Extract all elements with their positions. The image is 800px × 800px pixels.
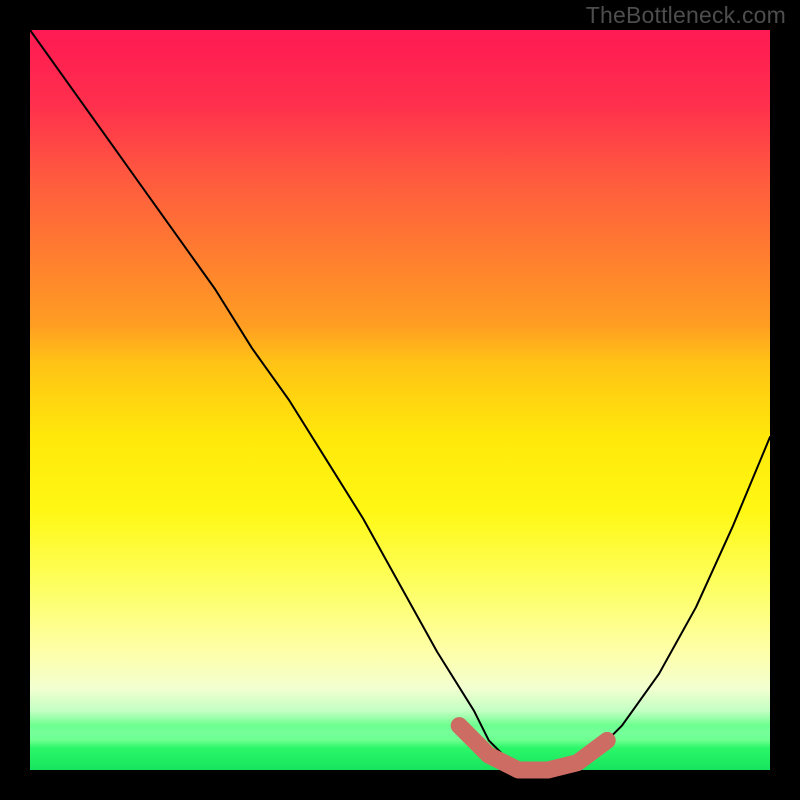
optimal-range-highlight [459, 726, 607, 770]
curve-svg [30, 30, 770, 770]
chart-frame: TheBottleneck.com [0, 0, 800, 800]
gradient-plot-area [30, 30, 770, 770]
watermark-label: TheBottleneck.com [586, 2, 786, 29]
bottleneck-curve [30, 30, 770, 770]
